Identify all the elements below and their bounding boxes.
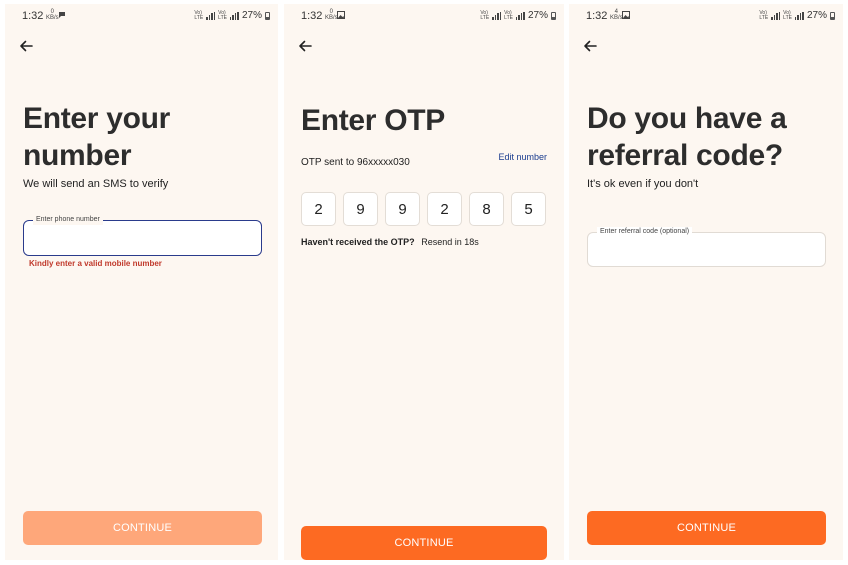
battery-percent: 27% <box>241 10 262 21</box>
volte-label: Vo) LTE <box>480 9 490 21</box>
net-speed: 0 KB/s <box>325 9 338 21</box>
status-bar: 1:32 4 KB/s Vo) LTE Vo) LTE 27% <box>569 9 843 24</box>
otp-digit-4[interactable]: 2 <box>427 192 462 226</box>
status-time: 1:32 <box>301 10 323 22</box>
title-line-2: referral code? <box>587 139 783 172</box>
signal-icon <box>771 11 781 20</box>
battery-icon <box>265 11 270 20</box>
status-bar: 1:32 0 KB/s Vo) LTE Vo) LTE 27% <box>284 9 564 24</box>
battery-percent: 27% <box>806 10 827 21</box>
status-right: Vo) LTE Vo) LTE 27% <box>480 10 556 21</box>
volte-label-2: Vo) LTE <box>218 9 227 21</box>
page-title: Do you have a referral code? <box>587 100 787 174</box>
image-icon <box>622 11 630 19</box>
phone-number-field[interactable]: Enter phone number <box>23 215 262 256</box>
net-speed: 0 KB/s <box>46 9 59 21</box>
image-icon <box>337 11 345 19</box>
back-arrow-icon[interactable] <box>582 38 598 54</box>
status-right: Vo) LTE Vo) LTE 27% <box>194 10 270 21</box>
status-time: 1:32 <box>22 10 44 22</box>
otp-digit-1[interactable]: 2 <box>301 192 336 226</box>
continue-button[interactable]: CONTINUE <box>301 526 547 560</box>
volte-label: Vo) LTE <box>759 9 769 21</box>
page-title: Enter your number <box>23 100 170 174</box>
volte-label: Vo) LTE <box>194 9 204 21</box>
net-speed: 4 KB/s <box>610 9 623 21</box>
title-line-1: Do you have a <box>587 102 787 135</box>
edit-number-link[interactable]: Edit number <box>498 152 547 162</box>
screen-enter-number: 1:32 0 KB/s Vo) LTE Vo) LTE 27% Enter your … <box>5 4 278 560</box>
battery-icon <box>830 11 835 20</box>
status-time: 1:32 <box>586 10 608 22</box>
otp-digit-5[interactable]: 8 <box>469 192 504 226</box>
signal-icon <box>492 11 502 20</box>
screen-referral-code: 1:32 4 KB/s Vo) LTE Vo) LTE 27% Do you have… <box>569 4 843 560</box>
title-line-2: number <box>23 139 132 172</box>
continue-button[interactable]: CONTINUE <box>23 511 262 545</box>
stage: 1:32 0 KB/s Vo) LTE Vo) LTE 27% Enter your … <box>0 0 848 565</box>
message-icon <box>59 12 65 18</box>
not-received-text: Haven't received the OTP? <box>301 237 415 247</box>
signal-icon-2 <box>515 11 525 20</box>
signal-icon-2 <box>229 11 239 20</box>
page-subtitle: We will send an SMS to verify <box>23 178 169 190</box>
signal-icon-2 <box>794 11 804 20</box>
continue-button[interactable]: CONTINUE <box>587 511 826 545</box>
referral-code-label: Enter referral code (optional) <box>597 227 693 237</box>
otp-digit-2[interactable]: 9 <box>343 192 378 226</box>
signal-icon <box>206 11 216 20</box>
volte-label-2: Vo) LTE <box>504 9 513 21</box>
referral-code-field[interactable]: Enter referral code (optional) <box>587 227 826 267</box>
resend-timer[interactable]: Resend in 18s <box>421 237 479 247</box>
otp-digit-6[interactable]: 5 <box>511 192 546 226</box>
status-bar: 1:32 0 KB/s Vo) LTE Vo) LTE 27% <box>5 9 278 24</box>
title-line-1: Enter your <box>23 102 171 135</box>
otp-digit-3[interactable]: 9 <box>385 192 420 226</box>
otp-input-row: 2 9 9 2 8 5 <box>301 192 546 226</box>
otp-sent-text: OTP sent to 96xxxxx030 <box>301 157 410 168</box>
volte-label-2: Vo) LTE <box>783 9 792 21</box>
screen-enter-otp: 1:32 0 KB/s Vo) LTE Vo) LTE 27% Enter OTP O… <box>284 4 564 560</box>
back-arrow-icon[interactable] <box>18 38 34 54</box>
resend-row: Haven't received the OTP? Resend in 18s <box>301 237 479 247</box>
status-right: Vo) LTE Vo) LTE 27% <box>759 10 835 21</box>
battery-percent: 27% <box>527 10 548 21</box>
error-message: Kindly enter a valid mobile number <box>29 259 162 268</box>
battery-icon <box>551 11 556 20</box>
page-subtitle: It's ok even if you don't <box>587 178 699 190</box>
back-arrow-icon[interactable] <box>297 38 313 54</box>
phone-number-label: Enter phone number <box>33 215 103 225</box>
page-title: Enter OTP <box>301 104 445 137</box>
